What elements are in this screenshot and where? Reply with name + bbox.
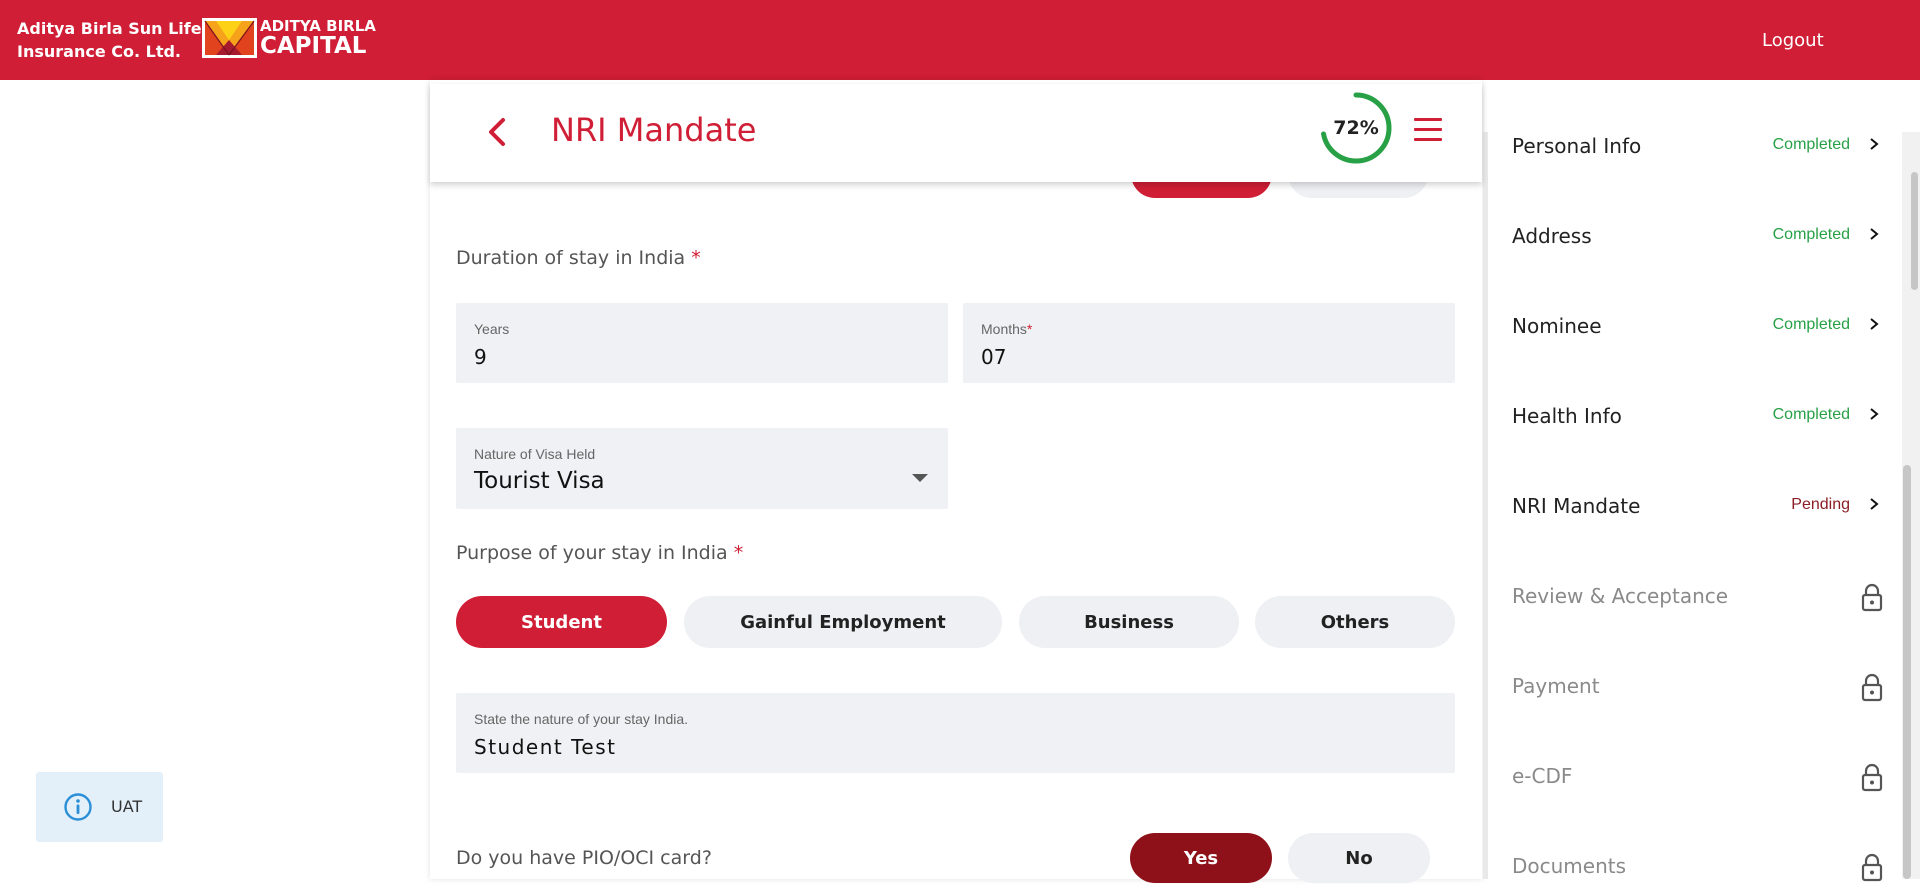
lock-icon xyxy=(1861,763,1883,792)
sidebar-item-health-info[interactable]: Health Info Completed xyxy=(1512,396,1884,436)
purpose-option-others[interactable]: Others xyxy=(1255,596,1455,648)
menu-button[interactable] xyxy=(1414,118,1442,142)
lock-icon xyxy=(1861,853,1883,882)
lock-icon xyxy=(1861,673,1883,702)
page-header: NRI Mandate 72% xyxy=(430,84,1482,182)
purpose-option-gainful-employment[interactable]: Gainful Employment xyxy=(684,596,1002,648)
aditya-birla-capital-logo: ADITYA BIRLA CAPITAL xyxy=(202,18,376,58)
sidebar-scrollbar-thumb[interactable] xyxy=(1903,465,1911,879)
hamburger-line xyxy=(1414,118,1442,121)
months-field-label-text: Months xyxy=(981,321,1027,337)
purpose-option-student[interactable]: Student xyxy=(456,596,667,648)
visa-select[interactable]: Nature of Visa Held Tourist Visa xyxy=(456,428,948,509)
sidebar-item-payment: Payment xyxy=(1512,666,1884,706)
chevron-left-icon xyxy=(489,118,505,146)
logout-button[interactable]: Logout xyxy=(1762,30,1824,51)
logo-text-line1: ADITYA BIRLA xyxy=(260,16,376,35)
progress-ring: 72% xyxy=(1318,90,1394,166)
page-title: NRI Mandate xyxy=(551,111,757,149)
stay-nature-field-label: State the nature of your stay India. xyxy=(474,711,689,727)
years-field[interactable]: Years 9 xyxy=(456,303,948,383)
sidebar-item-label: Address xyxy=(1512,224,1592,248)
chevron-right-icon xyxy=(1870,138,1879,150)
sidebar-item-documents: Documents xyxy=(1512,846,1884,886)
uat-label: UAT xyxy=(111,797,143,816)
years-field-label: Years xyxy=(474,321,510,337)
sidebar-item-status: Completed xyxy=(1772,136,1850,153)
chevron-right-icon xyxy=(1870,228,1879,240)
sidebar-item-status: Completed xyxy=(1772,316,1850,333)
insurer-name-line2: Insurance Co. Ltd. xyxy=(17,42,181,61)
progress-percent: 72% xyxy=(1333,117,1379,139)
sidebar-item-label: Payment xyxy=(1512,674,1600,698)
insurer-name-line1: Aditya Birla Sun Life xyxy=(17,19,202,38)
chevron-right-icon xyxy=(1870,318,1879,330)
lock-icon xyxy=(1861,583,1883,612)
months-field-value: 07 xyxy=(981,345,1007,369)
sidebar-item-status: Completed xyxy=(1772,406,1850,423)
sidebar-item-label: Nominee xyxy=(1512,314,1602,338)
sidebar-item-review-acceptance: Review & Acceptance xyxy=(1512,576,1884,616)
chevron-right-icon xyxy=(1870,408,1879,420)
insurer-name: Aditya Birla Sun Life Insurance Co. Ltd. xyxy=(17,17,202,63)
logo-text-line2: CAPITAL xyxy=(260,32,367,59)
purpose-option-business[interactable]: Business xyxy=(1019,596,1239,648)
purpose-label: Purpose of your stay in India * xyxy=(456,542,743,564)
sidebar-item-status: Completed xyxy=(1772,226,1850,243)
back-button[interactable] xyxy=(482,114,512,150)
months-field[interactable]: Months* 07 xyxy=(963,303,1455,383)
visa-select-value: Tourist Visa xyxy=(474,468,605,494)
required-mark: * xyxy=(691,247,701,269)
duration-label: Duration of stay in India * xyxy=(456,247,701,269)
uat-badge[interactable]: UAT xyxy=(36,772,163,842)
required-mark: * xyxy=(733,542,744,564)
hamburger-line xyxy=(1414,138,1442,141)
caret-down-icon xyxy=(912,474,928,482)
sidebar-item-label: Documents xyxy=(1512,854,1627,878)
sidebar-item-label: Health Info xyxy=(1512,404,1622,428)
sidebar-item-label: Review & Acceptance xyxy=(1512,584,1729,608)
sidebar-item-label: e-CDF xyxy=(1512,764,1573,788)
logo-text: ADITYA BIRLA CAPITAL xyxy=(260,16,376,59)
page-scrollbar-thumb[interactable] xyxy=(1911,172,1918,290)
sidebar-item-personal-info[interactable]: Personal Info Completed xyxy=(1512,126,1884,166)
pio-yes-button[interactable]: Yes xyxy=(1130,833,1272,883)
sidebar-item-label: Personal Info xyxy=(1512,134,1642,158)
hamburger-line xyxy=(1414,128,1442,131)
sidebar-item-nominee[interactable]: Nominee Completed xyxy=(1512,306,1884,346)
stay-nature-field-value: Student Test xyxy=(474,735,617,759)
visa-select-label: Nature of Visa Held xyxy=(474,446,596,462)
duration-label-text: Duration of stay in India xyxy=(456,247,686,269)
purpose-label-text: Purpose of your stay in India xyxy=(456,542,728,564)
months-field-label: Months* xyxy=(981,321,1032,337)
years-field-value: 9 xyxy=(474,345,487,369)
sidebar-item-nri-mandate[interactable]: NRI Mandate Pending xyxy=(1512,486,1884,526)
required-mark: * xyxy=(1026,321,1033,337)
sidebar-item-label: NRI Mandate xyxy=(1512,494,1641,518)
chevron-right-icon xyxy=(1870,498,1879,510)
logo-mark-icon xyxy=(202,18,257,58)
pio-no-button[interactable]: No xyxy=(1288,833,1430,883)
pio-oci-label: Do you have PIO/OCI card? xyxy=(456,847,712,869)
sidebar-item-e-cdf: e-CDF xyxy=(1512,756,1884,796)
top-bar: Aditya Birla Sun Life Insurance Co. Ltd.… xyxy=(0,0,1920,80)
sidebar-item-address[interactable]: Address Completed xyxy=(1512,216,1884,256)
sidebar-item-status: Pending xyxy=(1791,496,1850,513)
stay-nature-field[interactable]: State the nature of your stay India. Stu… xyxy=(456,693,1455,773)
info-icon xyxy=(64,793,92,821)
